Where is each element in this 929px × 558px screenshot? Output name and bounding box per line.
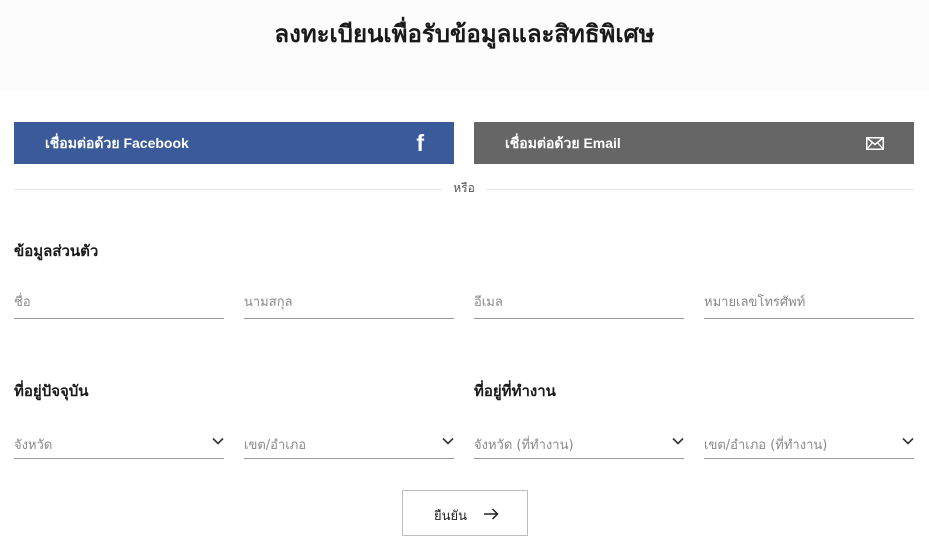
last-name-input[interactable] bbox=[244, 287, 454, 317]
chevron-down-icon bbox=[212, 437, 224, 445]
work-district-placeholder: เขต/อำเภอ (ที่ทำงาน) bbox=[704, 438, 828, 453]
work-district-select[interactable]: เขต/อำเภอ (ที่ทำงาน) bbox=[704, 427, 914, 459]
home-province-placeholder: จังหวัด bbox=[14, 438, 53, 453]
first-name-field bbox=[14, 287, 224, 319]
email-field bbox=[474, 287, 684, 319]
email-connect-label: เชื่อมต่อด้วย Email bbox=[505, 135, 621, 151]
arrow-right-icon bbox=[484, 508, 499, 520]
work-province-select[interactable]: จังหวัด (ที่ทำงาน) bbox=[474, 427, 684, 459]
email-connect-button[interactable]: เชื่อมต่อด้วย Email bbox=[474, 122, 914, 164]
facebook-connect-label: เชื่อมต่อด้วย Facebook bbox=[45, 135, 189, 151]
personal-info-heading: ข้อมูลส่วนตัว bbox=[14, 242, 99, 260]
page-title: ลงทะเบียนเพื่อรับข้อมูลและสิทธิพิเศษ bbox=[274, 20, 655, 48]
chevron-down-icon bbox=[672, 437, 684, 445]
home-province-select[interactable]: จังหวัด bbox=[14, 427, 224, 459]
phone-field bbox=[704, 287, 914, 319]
or-divider-text: หรือ bbox=[453, 181, 475, 195]
facebook-connect-button[interactable]: เชื่อมต่อด้วย Facebook f bbox=[14, 122, 454, 164]
submit-label: ยืนยัน bbox=[434, 508, 468, 523]
facebook-icon: f bbox=[416, 130, 424, 156]
submit-button[interactable]: ยืนยัน bbox=[402, 490, 528, 536]
work-province-placeholder: จังหวัด (ที่ทำงาน) bbox=[474, 438, 574, 453]
first-name-input[interactable] bbox=[14, 287, 224, 317]
last-name-field bbox=[244, 287, 454, 319]
envelope-icon bbox=[866, 137, 884, 150]
home-address-heading: ที่อยู่ปัจจุบัน bbox=[14, 382, 89, 400]
work-address-heading: ที่อยู่ที่ทำงาน bbox=[474, 382, 556, 400]
email-input[interactable] bbox=[474, 287, 684, 317]
home-district-placeholder: เขต/อำเภอ bbox=[244, 438, 307, 453]
chevron-down-icon bbox=[442, 437, 454, 445]
divider-line-left bbox=[14, 189, 442, 190]
divider-line-right bbox=[486, 189, 914, 190]
phone-input[interactable] bbox=[704, 287, 914, 317]
chevron-down-icon bbox=[902, 437, 914, 445]
home-district-select[interactable]: เขต/อำเภอ bbox=[244, 427, 454, 459]
